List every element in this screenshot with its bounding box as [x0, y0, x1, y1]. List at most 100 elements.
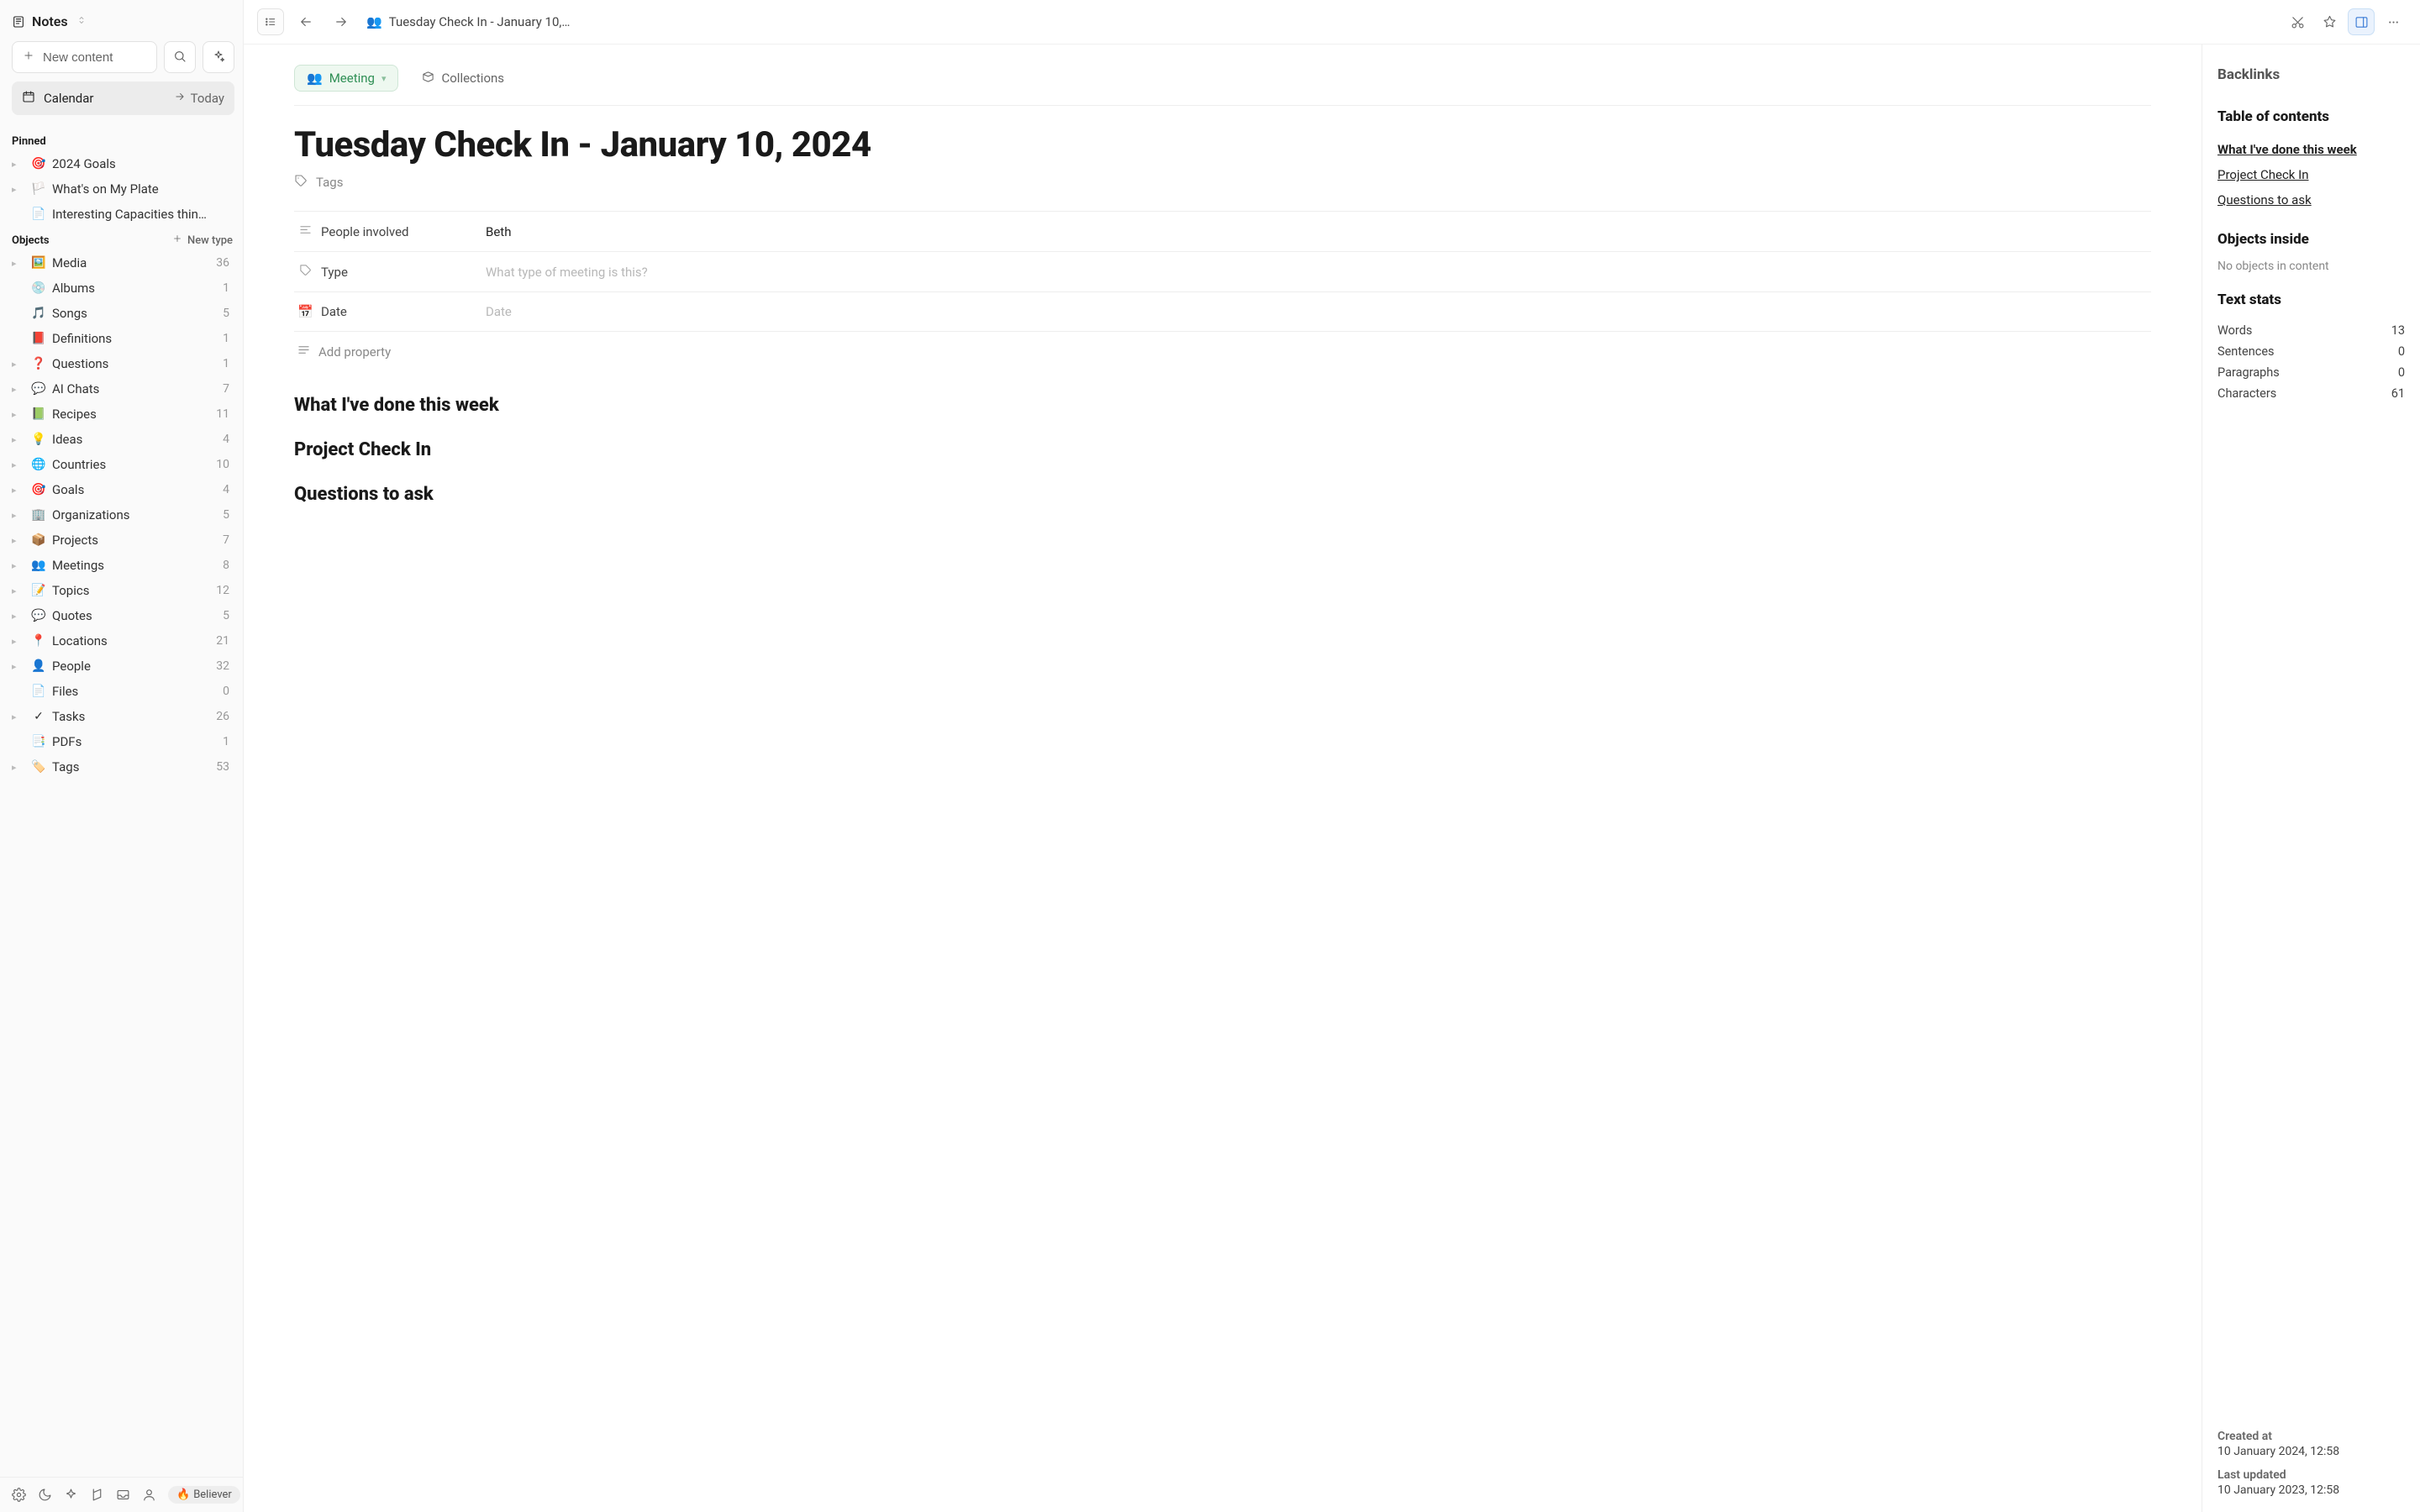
object-type-item[interactable]: ▸ 📑 PDFs 1	[10, 729, 234, 754]
pinned-item[interactable]: ▸ 📄 Interesting Capacities thin…	[10, 202, 234, 227]
type-value[interactable]: What type of meeting is this?	[479, 253, 2151, 291]
heading-questions[interactable]: Questions to ask	[294, 484, 2151, 505]
item-count: 36	[216, 256, 233, 270]
object-type-item[interactable]: ▸ ❓ Questions 1	[10, 351, 234, 376]
command-button[interactable]	[64, 1487, 78, 1504]
type-chip-meeting[interactable]: 👥 Meeting ▾	[294, 65, 398, 92]
chevron-right-icon: ▸	[12, 184, 25, 195]
stat-value: 0	[2398, 344, 2405, 359]
item-icon: 📕	[30, 330, 47, 347]
pinned-item[interactable]: ▸ 🎯 2024 Goals	[10, 151, 234, 176]
calendar-icon	[22, 90, 35, 107]
object-type-item[interactable]: ▸ 🖼️ Media 36	[10, 250, 234, 276]
item-icon: 💡	[30, 431, 47, 448]
object-type-item[interactable]: ▸ 👥 Meetings 8	[10, 553, 234, 578]
chevron-right-icon: ▸	[12, 611, 25, 622]
chevron-right-icon: ▸	[12, 585, 25, 596]
add-property-button[interactable]: Add property	[294, 332, 2151, 371]
item-label: Organizations	[52, 507, 218, 522]
chevron-right-icon: ▸	[12, 485, 25, 496]
graph-button[interactable]	[90, 1487, 104, 1504]
account-button[interactable]	[142, 1487, 156, 1504]
heading-project[interactable]: Project Check In	[294, 439, 2151, 460]
collections-chip[interactable]: Collections	[410, 66, 516, 92]
item-label: Tasks	[52, 709, 211, 724]
updated-label: Last updated	[2217, 1468, 2405, 1482]
object-type-item[interactable]: ▸ 📍 Locations 21	[10, 628, 234, 654]
workspace-switcher[interactable]: Notes	[12, 10, 234, 33]
tag-icon	[294, 174, 308, 191]
date-value[interactable]: Date	[479, 292, 2151, 331]
object-type-item[interactable]: ▸ 📗 Recipes 11	[10, 402, 234, 427]
stat-value: 13	[2391, 323, 2405, 338]
new-type-button[interactable]: New type	[172, 234, 233, 247]
item-icon: 📄	[30, 206, 47, 223]
object-type-item[interactable]: ▸ 📄 Files 0	[10, 679, 234, 704]
chevron-right-icon: ▸	[12, 636, 25, 647]
backlinks-header: Backlinks	[2217, 66, 2405, 83]
document-pane[interactable]: 👥 Meeting ▾ Collections Tuesday Check In…	[244, 45, 2202, 1512]
page-title[interactable]: Tuesday Check In - January 10, 2024	[294, 124, 2151, 165]
heading-done[interactable]: What I've done this week	[294, 395, 2151, 416]
today-label: Today	[191, 91, 224, 106]
date-label: Date	[321, 304, 347, 319]
object-type-item[interactable]: ▸ 🏷️ Tags 53	[10, 754, 234, 780]
nav-back-button[interactable]	[292, 8, 319, 35]
new-type-label: New type	[187, 234, 233, 247]
plus-icon	[23, 50, 34, 65]
item-icon: 💬	[30, 607, 47, 624]
object-type-item[interactable]: ▸ 💡 Ideas 4	[10, 427, 234, 452]
object-type-item[interactable]: ▸ 🌐 Countries 10	[10, 452, 234, 477]
people-icon: 👥	[307, 71, 323, 86]
pinned-item[interactable]: ▸ 🏳️ What's on My Plate	[10, 176, 234, 202]
sidebar-scroll[interactable]: Pinned ▸ 🎯 2024 Goals▸ 🏳️ What's on My P…	[0, 122, 243, 1477]
object-type-item[interactable]: ▸ 🎯 Goals 4	[10, 477, 234, 502]
object-type-item[interactable]: ▸ 📝 Topics 12	[10, 578, 234, 603]
stat-row: Words13	[2217, 320, 2405, 341]
chevron-right-icon: ▸	[12, 434, 25, 445]
textstats-header: Text stats	[2217, 291, 2405, 308]
toc-link[interactable]: Questions to ask	[2217, 187, 2405, 213]
inbox-button[interactable]	[116, 1487, 130, 1504]
item-count: 4	[223, 433, 233, 446]
object-type-item[interactable]: ▸ 📦 Projects 7	[10, 528, 234, 553]
item-count: 0	[223, 685, 233, 698]
item-label: 2024 Goals	[52, 156, 233, 171]
tags-row[interactable]: Tags	[294, 174, 2151, 191]
object-type-item[interactable]: ▸ 💿 Albums 1	[10, 276, 234, 301]
toc-header: Table of contents	[2217, 108, 2405, 125]
today-link[interactable]: Today	[174, 91, 224, 106]
toggle-sidebar-button[interactable]	[2348, 8, 2375, 35]
item-count: 1	[223, 357, 233, 370]
item-icon: 👤	[30, 658, 47, 675]
more-button[interactable]	[2380, 8, 2407, 35]
people-value[interactable]: Beth	[479, 213, 2151, 251]
object-type-item[interactable]: ▸ 👤 People 32	[10, 654, 234, 679]
theme-toggle[interactable]	[38, 1487, 52, 1504]
toggle-list-view[interactable]	[257, 8, 284, 35]
settings-button[interactable]	[12, 1487, 26, 1504]
nav-forward-button[interactable]	[328, 8, 355, 35]
object-type-item[interactable]: ▸ 🏢 Organizations 5	[10, 502, 234, 528]
breadcrumb-text: Tuesday Check In - January 10,…	[389, 14, 571, 29]
chevron-right-icon: ▸	[12, 159, 25, 170]
object-type-item[interactable]: ▸ 🎵 Songs 5	[10, 301, 234, 326]
calendar-row[interactable]: Calendar Today	[12, 81, 234, 115]
toc-link[interactable]: What I've done this week	[2217, 137, 2405, 162]
believer-badge[interactable]: 🔥 Believer	[168, 1486, 240, 1504]
object-type-item[interactable]: ▸ 📕 Definitions 1	[10, 326, 234, 351]
breadcrumb[interactable]: 👥 Tuesday Check In - January 10,…	[366, 14, 570, 29]
item-icon: 🎯	[30, 481, 47, 498]
right-panel: Backlinks Table of contents What I've do…	[2202, 45, 2420, 1512]
object-type-item[interactable]: ▸ 💬 Quotes 5	[10, 603, 234, 628]
pin-button[interactable]	[2316, 8, 2343, 35]
ai-button[interactable]	[203, 41, 234, 73]
search-button[interactable]	[164, 41, 196, 73]
item-label: Meetings	[52, 558, 218, 573]
object-type-item[interactable]: ▸ ✓ Tasks 26	[10, 704, 234, 729]
object-type-item[interactable]: ▸ 💬 AI Chats 7	[10, 376, 234, 402]
objects-header-row: Objects New type	[10, 227, 234, 250]
toc-link[interactable]: Project Check In	[2217, 162, 2405, 187]
cut-button[interactable]	[2284, 8, 2311, 35]
new-content-button[interactable]: New content	[12, 41, 157, 73]
